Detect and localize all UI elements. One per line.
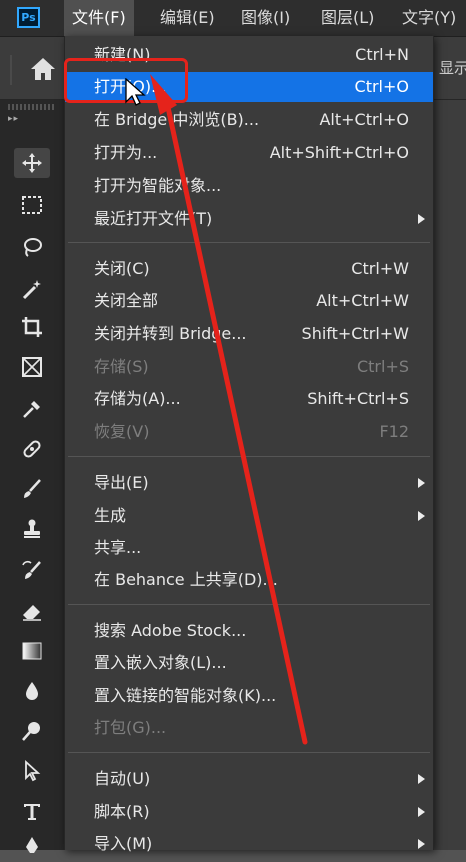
menu-item-label: 生成 — [94, 506, 127, 525]
menu-item-automate[interactable]: 自动(U) — [65, 764, 433, 794]
magic-wand-tool-icon[interactable] — [14, 274, 50, 304]
menu-item-label: 关闭并转到 Bridge... — [94, 324, 247, 343]
menu-item-label: 关闭全部 — [94, 291, 159, 310]
menu-item-open-as-smart-object[interactable]: 打开为智能对象... — [65, 171, 433, 201]
menu-item-shortcut: Alt+Ctrl+W — [316, 291, 409, 310]
mouse-cursor-icon — [125, 78, 146, 106]
lasso-tool-icon[interactable] — [14, 232, 50, 262]
menu-divider — [68, 752, 430, 753]
menu-divider — [68, 242, 430, 243]
menu-item-label: 打开为智能对象... — [94, 176, 222, 195]
submenu-arrow-icon — [418, 214, 425, 224]
menu-item-browse-in-bridge[interactable]: 在 Bridge 中浏览(B)... Alt+Ctrl+O — [65, 105, 433, 135]
menu-item-save: 存储(S) Ctrl+S — [65, 352, 433, 382]
menu-item-export[interactable]: 导出(E) — [65, 468, 433, 498]
menu-item-label: 在 Bridge 中浏览(B)... — [94, 110, 260, 129]
menu-item-label: 导出(E) — [94, 473, 149, 492]
marquee-tool-icon[interactable] — [14, 190, 50, 220]
submenu-arrow-icon — [418, 511, 425, 521]
menu-item-label: 置入嵌入对象(L)... — [94, 653, 227, 672]
menu-item-place-linked[interactable]: 置入链接的智能对象(K)... — [65, 681, 433, 711]
dodge-tool-icon[interactable] — [14, 716, 50, 746]
menu-item-import[interactable]: 导入(M) — [65, 829, 433, 859]
file-menu-dropdown: 新建(N)... Ctrl+N 打开(O)... Ctrl+O 在 Bridge… — [64, 36, 434, 853]
eraser-tool-icon[interactable] — [14, 596, 50, 626]
clone-stamp-tool-icon[interactable] — [14, 514, 50, 544]
menu-item-close-all[interactable]: 关闭全部 Alt+Ctrl+W — [65, 286, 433, 316]
menu-item-label: 共享... — [94, 538, 142, 557]
menu-edit[interactable]: 编辑(E) — [160, 0, 215, 36]
menubar: Ps 文件(F) 编辑(E) 图像(I) 图层(L) 文字(Y) — [0, 0, 466, 37]
history-brush-tool-icon[interactable] — [14, 556, 50, 586]
menu-item-close-and-go-to-bridge[interactable]: 关闭并转到 Bridge... Shift+Ctrl+W — [65, 319, 433, 349]
menu-item-label: 导入(M) — [94, 834, 153, 853]
menu-item-shortcut: Ctrl+N — [355, 45, 409, 64]
brush-tool-icon[interactable] — [14, 474, 50, 504]
menu-item-label: 最近打开文件(T) — [94, 209, 213, 228]
crop-tool-icon[interactable] — [14, 312, 50, 342]
tools-panel: ▸▸ — [0, 100, 64, 853]
menu-item-revert: 恢复(V) F12 — [65, 417, 433, 447]
menu-divider — [68, 456, 430, 457]
menu-item-package: 打包(G)... — [65, 713, 433, 743]
type-tool-icon[interactable] — [14, 796, 50, 826]
menu-item-label: 打开为... — [94, 143, 158, 162]
menu-item-shortcut: Alt+Ctrl+O — [319, 110, 409, 129]
menu-item-share-on-behance[interactable]: 在 Behance 上共享(D)... — [65, 565, 433, 595]
menu-image[interactable]: 图像(I) — [241, 0, 290, 36]
menu-item-label: 关闭(C) — [94, 259, 150, 278]
submenu-arrow-icon — [418, 774, 425, 784]
menu-item-close[interactable]: 关闭(C) Ctrl+W — [65, 254, 433, 284]
menu-item-label: 置入链接的智能对象(K)... — [94, 686, 277, 705]
menu-type[interactable]: 文字(Y) — [402, 0, 456, 36]
menu-item-shortcut: Ctrl+W — [351, 259, 409, 278]
menu-item-shortcut: Ctrl+O — [354, 77, 409, 96]
menu-item-shortcut: Shift+Ctrl+S — [307, 389, 409, 408]
menu-file[interactable]: 文件(F) — [64, 0, 134, 36]
blur-tool-icon[interactable] — [14, 676, 50, 706]
menu-item-scripts[interactable]: 脚本(R) — [65, 797, 433, 827]
frame-tool-icon[interactable] — [14, 352, 50, 382]
menu-layer[interactable]: 图层(L) — [321, 0, 374, 36]
menu-item-place-embedded[interactable]: 置入嵌入对象(L)... — [65, 648, 433, 678]
options-divider — [10, 55, 12, 85]
menu-item-label: 搜索 Adobe Stock... — [94, 621, 247, 640]
menu-item-generate[interactable]: 生成 — [65, 501, 433, 531]
show-label[interactable]: 显示 — [439, 57, 466, 78]
panel-grip[interactable] — [8, 104, 54, 110]
menu-item-shortcut: Alt+Shift+Ctrl+O — [269, 143, 409, 162]
menu-item-label: 在 Behance 上共享(D)... — [94, 570, 278, 589]
menu-item-label: 存储(S) — [94, 357, 149, 376]
menu-item-open-as[interactable]: 打开为... Alt+Shift+Ctrl+O — [65, 138, 433, 168]
healing-brush-tool-icon[interactable] — [14, 434, 50, 464]
gradient-tool-icon[interactable] — [14, 636, 50, 666]
submenu-arrow-icon — [418, 478, 425, 488]
menu-item-shortcut: F12 — [379, 422, 409, 441]
move-tool-icon[interactable] — [14, 148, 50, 178]
menu-item-label: 自动(U) — [94, 769, 151, 788]
menu-item-label: 存储为(A)... — [94, 389, 181, 408]
menu-divider — [68, 604, 430, 605]
photoshop-logo-icon: Ps — [17, 7, 40, 28]
menu-item-recent-files[interactable]: 最近打开文件(T) — [65, 204, 433, 234]
menu-item-label: 脚本(R) — [94, 802, 150, 821]
menu-item-save-as[interactable]: 存储为(A)... Shift+Ctrl+S — [65, 384, 433, 414]
menu-item-shortcut: Ctrl+S — [356, 357, 409, 376]
menu-item-shortcut: Shift+Ctrl+W — [301, 324, 409, 343]
home-icon[interactable] — [28, 55, 58, 83]
submenu-arrow-icon — [418, 807, 425, 817]
submenu-arrow-icon — [418, 839, 425, 849]
path-selection-tool-icon[interactable] — [14, 756, 50, 786]
menu-item-label: 恢复(V) — [94, 422, 150, 441]
eyedropper-tool-icon[interactable] — [14, 394, 50, 424]
pen-tool-icon[interactable] — [14, 832, 50, 862]
menu-item-search-adobe-stock[interactable]: 搜索 Adobe Stock... — [65, 616, 433, 646]
menu-item-share[interactable]: 共享... — [65, 533, 433, 563]
menu-item-label: 打包(G)... — [94, 718, 167, 737]
collapse-icon[interactable]: ▸▸ — [8, 114, 19, 124]
